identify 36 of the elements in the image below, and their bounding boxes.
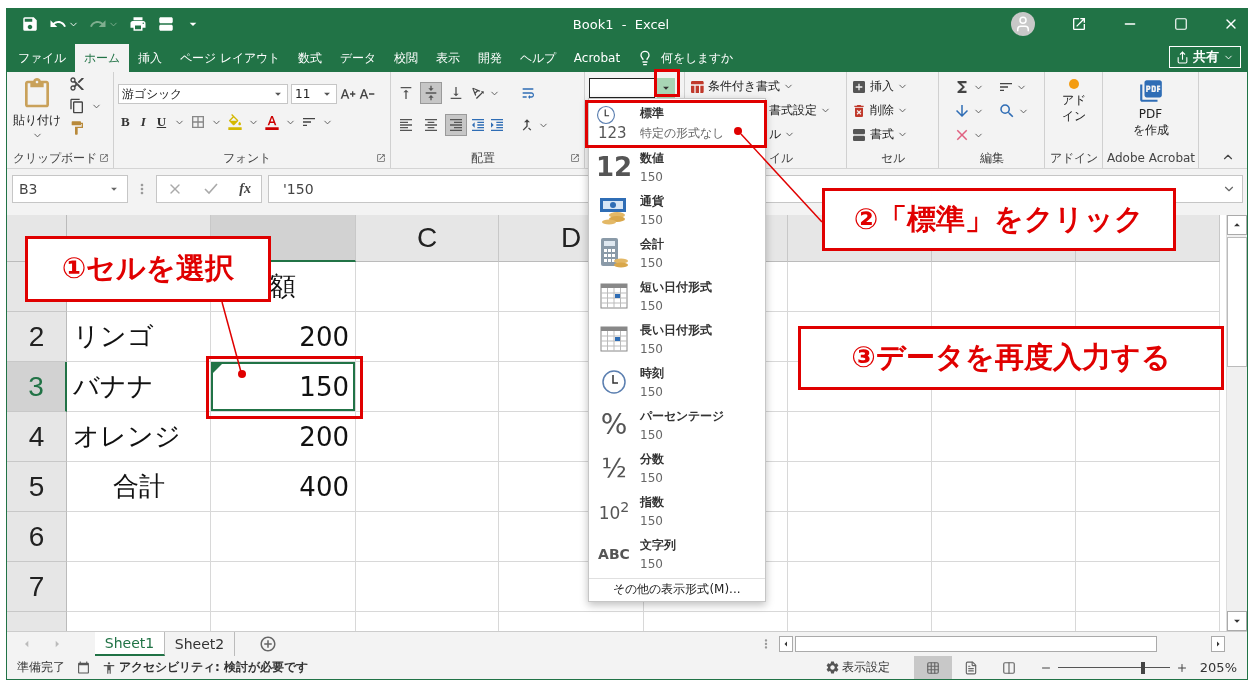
window-title: Book1 - Excel (571, 16, 671, 32)
group-label: 配置 (470, 149, 495, 167)
table-cell: 200 (211, 412, 356, 462)
format-sample: 150 (640, 169, 664, 184)
callout-tooltip: ②「標準」をクリック (822, 188, 1176, 251)
format-sample: 150 (640, 384, 664, 399)
table-cell: 合計 (67, 462, 211, 512)
format-sample: 150 (640, 298, 664, 313)
format-glyph: % (600, 408, 628, 441)
format-sample: 特定の形式なし (640, 125, 724, 142)
format-sample: 150 (640, 513, 664, 528)
callout-tooltip: ③データを再度入力する (798, 326, 1224, 390)
callout-tooltip: ①セルを選択 (25, 236, 271, 302)
group-label: 編集 (979, 149, 1004, 167)
format-sample: 150 (640, 427, 664, 442)
format-sample: 150 (640, 470, 664, 485)
table-cell: バナナ (67, 362, 211, 412)
table-cell: 200 (211, 312, 356, 362)
group-label: イル (769, 149, 793, 167)
group-label: アドイン (1049, 149, 1098, 167)
format-glyph: ½ (601, 452, 627, 483)
format-sample: 150 (640, 556, 664, 571)
table-cell: リンゴ (67, 312, 211, 362)
format-glyph: ABC (598, 545, 630, 562)
group-label: Adobe Acrobat (1107, 151, 1196, 165)
table-cell: 400 (211, 462, 356, 512)
format-glyph: 12 (595, 151, 633, 182)
status-text: 準備完了 (17, 659, 65, 676)
table-cell: オレンジ (67, 412, 211, 462)
group-label: セル (880, 149, 905, 167)
table-cell: 150 (211, 362, 356, 412)
format-sample: 150 (640, 341, 664, 356)
group-label: フォント (223, 149, 271, 167)
format-glyph: 123 (598, 123, 627, 142)
format-glyph: 10$^{2}$ (598, 498, 630, 523)
group-label: クリップボード (13, 149, 97, 167)
